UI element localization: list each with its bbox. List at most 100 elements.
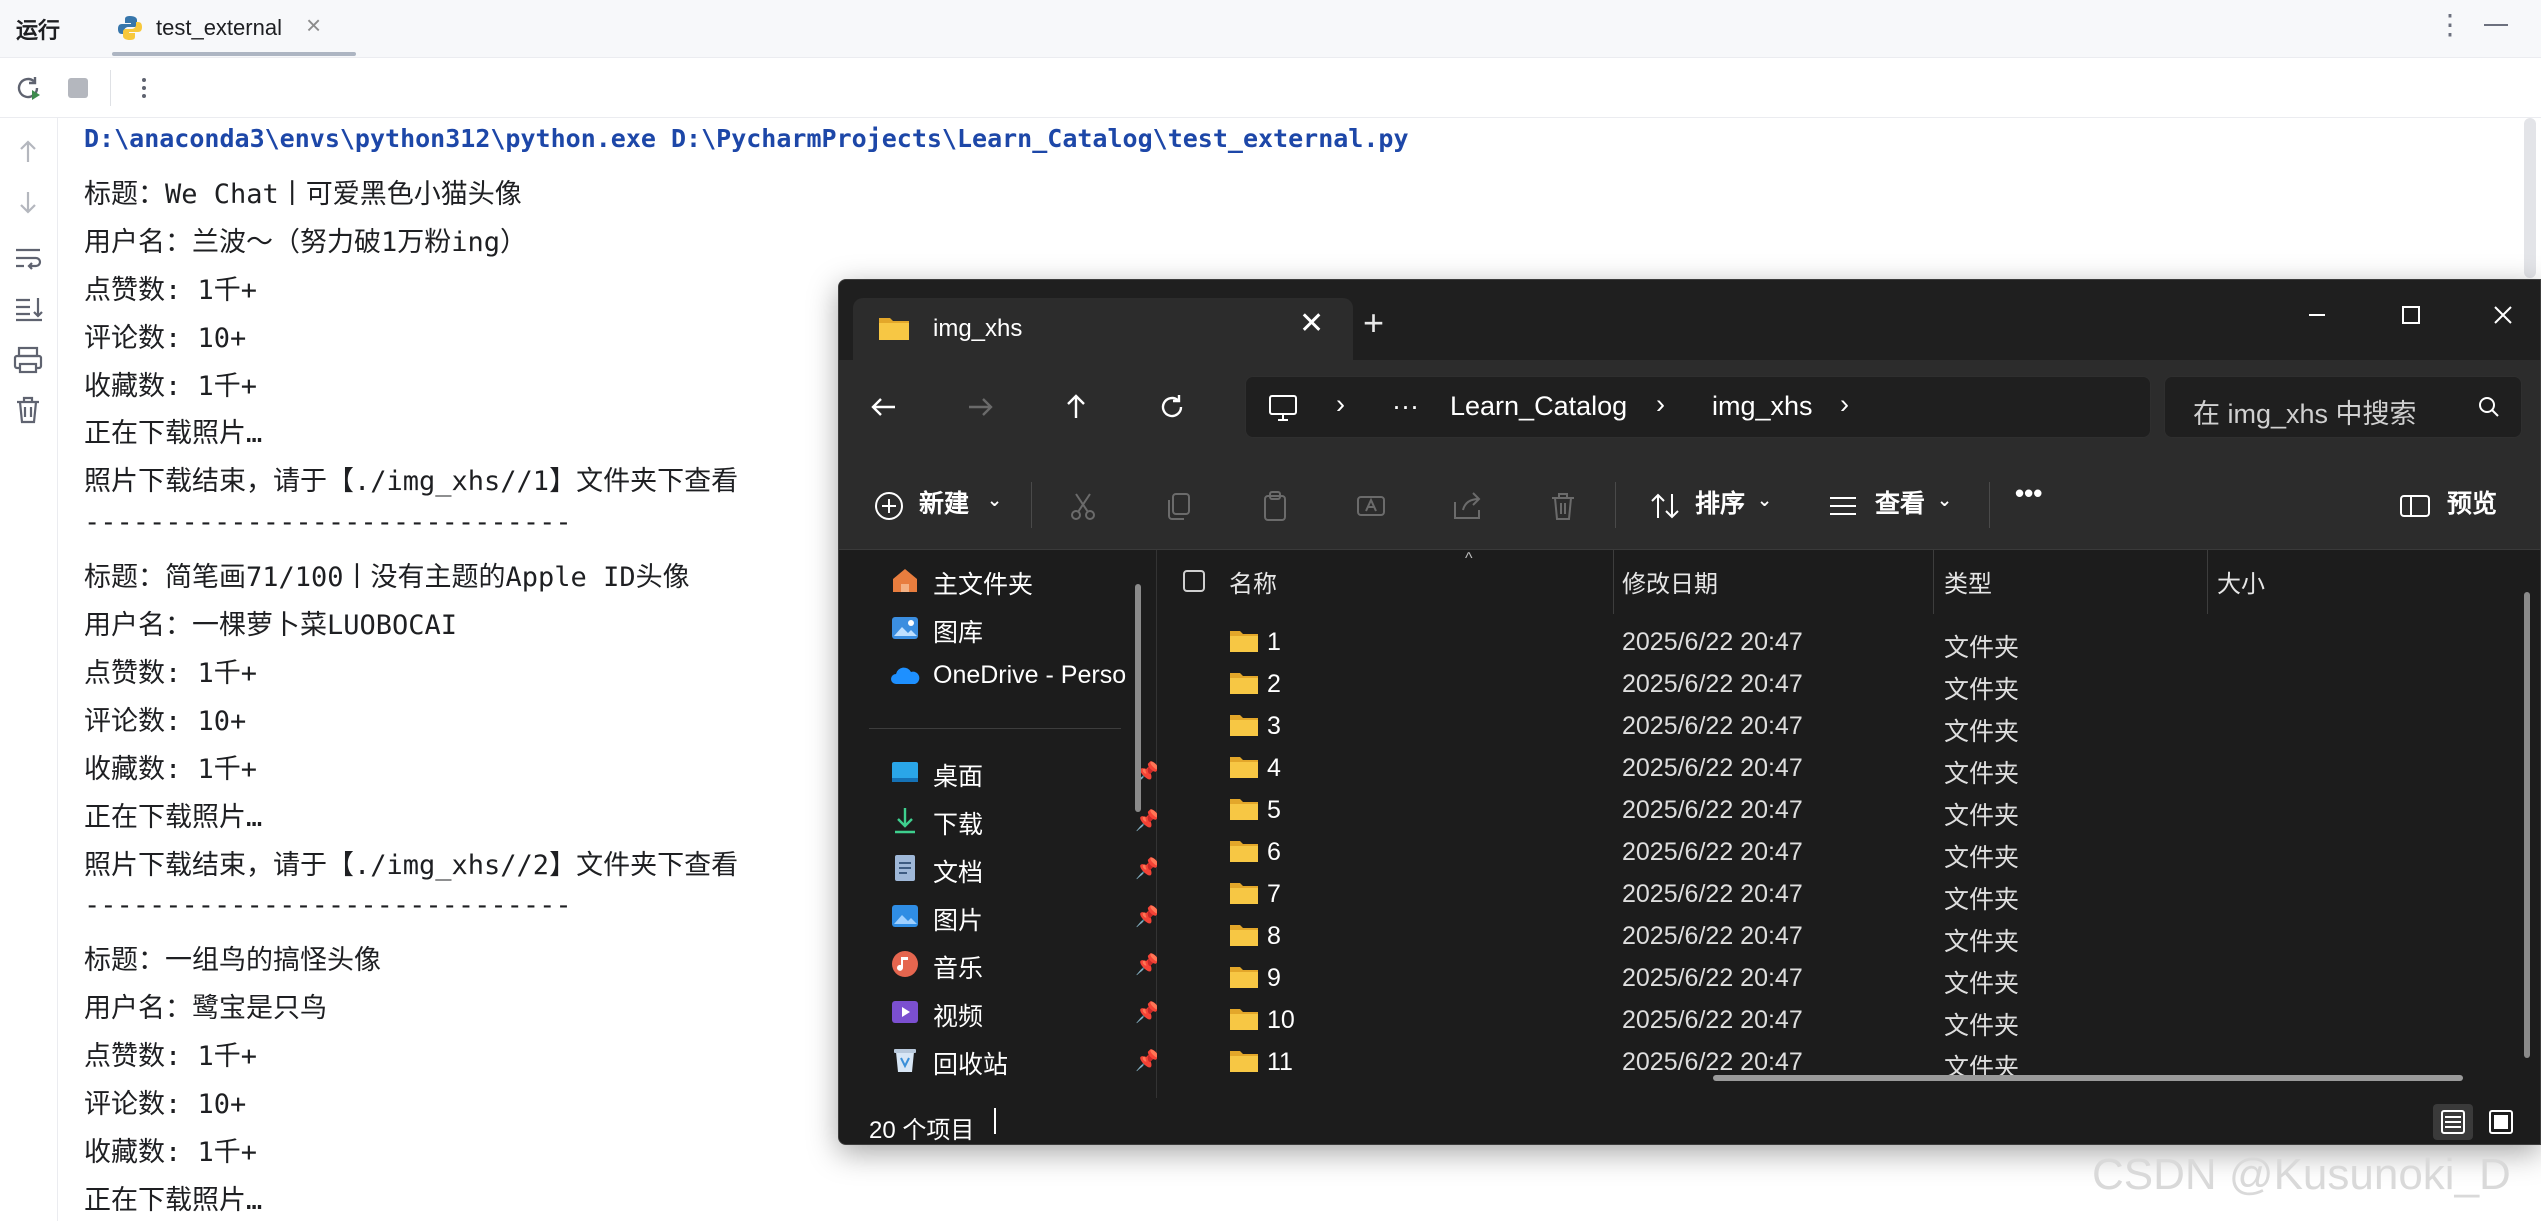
run-tool-window-title: 运行	[16, 18, 61, 43]
scroll-up-icon[interactable]	[8, 132, 48, 172]
up-arrow-icon[interactable]	[1051, 382, 1101, 432]
music-icon	[892, 951, 918, 977]
copy-icon[interactable]	[1161, 488, 1197, 524]
file-row[interactable]: 5 2025/6/22 20:47 文件夹	[1157, 788, 2540, 830]
column-header-type[interactable]: 类型	[1944, 564, 1992, 599]
rerun-icon[interactable]	[10, 70, 46, 106]
file-list-header: ^ 名称 修改日期 类型 大小	[1157, 550, 2540, 614]
search-placeholder: 在 img_xhs 中搜索	[2193, 399, 2417, 429]
file-row[interactable]: 9 2025/6/22 20:47 文件夹	[1157, 956, 2540, 998]
file-type: 文件夹	[1944, 634, 2020, 662]
explorer-tab[interactable]: img_xhs ✕	[853, 298, 1353, 360]
file-row[interactable]: 1 2025/6/22 20:47 文件夹	[1157, 620, 2540, 662]
file-row[interactable]: 6 2025/6/22 20:47 文件夹	[1157, 830, 2540, 872]
select-all-checkbox[interactable]	[1183, 570, 1205, 592]
file-name: 11	[1267, 1048, 1293, 1076]
console-side-toolbar	[0, 118, 58, 1221]
delete-icon[interactable]	[1545, 488, 1581, 524]
file-type: 文件夹	[1944, 928, 2020, 956]
file-row[interactable]: 2 2025/6/22 20:47 文件夹	[1157, 662, 2540, 704]
column-divider[interactable]	[1933, 550, 1934, 614]
search-box[interactable]: 在 img_xhs 中搜索	[2164, 376, 2522, 438]
folder-icon	[1230, 967, 1258, 988]
console-line: 点赞数: 1千+	[84, 1041, 258, 1073]
breadcrumb-chevron-icon[interactable]: ›	[1336, 389, 1345, 420]
share-icon[interactable]	[1449, 488, 1485, 524]
file-name: 9	[1267, 964, 1281, 992]
column-divider[interactable]	[1613, 550, 1614, 614]
file-name: 1	[1267, 628, 1281, 656]
file-row[interactable]: 7 2025/6/22 20:47 文件夹	[1157, 872, 2540, 914]
chevron-down-icon[interactable]: ⌄	[1937, 490, 1952, 530]
file-row[interactable]: 8 2025/6/22 20:47 文件夹	[1157, 914, 2540, 956]
more-actions-icon[interactable]	[126, 70, 162, 106]
file-type: 文件夹	[1944, 802, 2020, 830]
file-modified-date: 2025/6/22 20:47	[1622, 628, 1803, 656]
breadcrumb-overflow[interactable]: ···	[1392, 391, 1419, 422]
maximize-window-icon[interactable]	[2381, 292, 2441, 338]
see-more-button[interactable]: •••	[2015, 478, 2042, 518]
close-tab-icon[interactable]: ×	[306, 10, 321, 41]
new-button[interactable]: 新建	[919, 484, 969, 524]
scroll-down-icon[interactable]	[8, 182, 48, 222]
stop-icon[interactable]	[60, 70, 96, 106]
sidebar-item-label: 图库	[933, 619, 984, 647]
search-icon	[2479, 397, 2499, 417]
details-view-icon[interactable]	[2433, 1104, 2473, 1140]
minimize-panel-icon[interactable]	[2484, 24, 2508, 26]
console-scrollbar[interactable]	[2524, 118, 2536, 278]
preview-button[interactable]: 预览	[2447, 484, 2497, 524]
recycle-bin-icon	[894, 1049, 916, 1072]
console-line: 点赞数: 1千+	[84, 657, 258, 689]
column-divider[interactable]	[2207, 550, 2208, 614]
close-window-icon[interactable]	[2473, 292, 2533, 338]
chevron-down-icon[interactable]: ⌄	[1757, 490, 1772, 530]
minimize-window-icon[interactable]	[2287, 292, 2347, 338]
folder-icon	[1230, 1051, 1258, 1072]
rename-icon[interactable]	[1353, 488, 1389, 524]
forward-arrow-icon[interactable]	[955, 382, 1005, 432]
python-icon	[118, 16, 142, 40]
sidebar-scrollbar[interactable]	[1135, 584, 1141, 812]
view-button[interactable]: 查看	[1875, 484, 1925, 524]
file-row[interactable]: 10 2025/6/22 20:47 文件夹	[1157, 998, 2540, 1040]
sidebar-item-label: 音乐	[933, 955, 984, 983]
file-list-vertical-scrollbar[interactable]	[2524, 592, 2530, 1058]
column-header-name[interactable]: 名称	[1229, 564, 1277, 599]
clear-all-icon[interactable]	[8, 390, 48, 430]
toolbar-divider	[110, 70, 111, 106]
file-row[interactable]: 4 2025/6/22 20:47 文件夹	[1157, 746, 2540, 788]
sort-button[interactable]: 排序	[1695, 484, 1745, 524]
scroll-to-end-icon[interactable]	[8, 288, 48, 328]
column-header-size[interactable]: 大小	[2217, 564, 2265, 599]
file-row[interactable]: 3 2025/6/22 20:47 文件夹	[1157, 704, 2540, 746]
run-config-tab[interactable]: test_external ×	[108, 0, 356, 58]
file-type: 文件夹	[1944, 718, 2020, 746]
console-line: 收藏数: 1千+	[84, 370, 258, 402]
file-name: 4	[1267, 754, 1281, 782]
refresh-icon[interactable]	[1147, 382, 1197, 432]
soft-wrap-icon[interactable]	[8, 238, 48, 278]
back-arrow-icon[interactable]	[859, 382, 909, 432]
close-tab-icon[interactable]: ✕	[1299, 306, 1324, 341]
address-bar[interactable]: › ··· Learn_Catalog › img_xhs ›	[1245, 376, 2151, 438]
file-name: 6	[1267, 838, 1281, 866]
paste-icon[interactable]	[1257, 488, 1293, 524]
cut-icon[interactable]	[1065, 488, 1101, 524]
breadcrumb-chevron-icon[interactable]: ›	[1656, 389, 1665, 420]
file-list-horizontal-scrollbar[interactable]	[1713, 1075, 2463, 1081]
breadcrumb-img-xhs[interactable]: img_xhs	[1712, 391, 1813, 422]
sidebar-item-label: OneDrive - Perso	[933, 661, 1127, 689]
file-type: 文件夹	[1944, 886, 2020, 914]
run-tab-title: test_external	[156, 15, 282, 40]
large-icons-view-icon[interactable]	[2481, 1104, 2521, 1140]
chevron-down-icon[interactable]: ⌄	[987, 490, 1002, 530]
more-options-icon[interactable]: ⋮	[2436, 8, 2464, 41]
new-tab-button[interactable]: +	[1363, 302, 1384, 344]
column-header-modified[interactable]: 修改日期	[1622, 564, 1718, 599]
file-modified-date: 2025/6/22 20:47	[1622, 670, 1803, 698]
breadcrumb-chevron-icon[interactable]: ›	[1840, 389, 1849, 420]
console-line: 点赞数: 1千+	[84, 274, 258, 306]
breadcrumb-learn-catalog[interactable]: Learn_Catalog	[1450, 391, 1627, 422]
print-icon[interactable]	[8, 340, 48, 380]
